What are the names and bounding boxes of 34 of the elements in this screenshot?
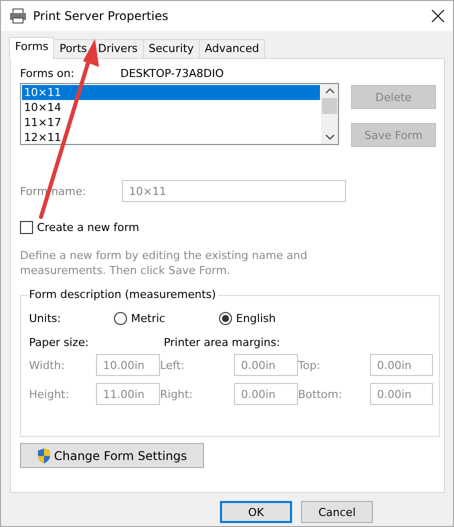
shield-icon	[36, 448, 51, 464]
group-title: Form description (measurements)	[27, 288, 218, 301]
field-label: Bottom:	[298, 388, 344, 400]
field-label: Height:	[29, 388, 70, 400]
server-name: DESKTOP-73A8DIO	[120, 67, 224, 82]
radio-label[interactable]: Metric	[131, 312, 166, 325]
list-item[interactable]: 11×17	[22, 115, 320, 130]
radio-button[interactable]	[219, 312, 232, 325]
list-item[interactable]: 10×14	[22, 100, 320, 115]
paper-size-heading: Paper size:	[29, 336, 89, 349]
radio-label[interactable]: English	[236, 312, 276, 325]
field-label: Left:	[160, 358, 186, 372]
list-item[interactable]: 10×11	[22, 85, 320, 100]
close-icon[interactable]	[431, 9, 445, 23]
tab[interactable]: Forms	[9, 37, 54, 59]
radio-button[interactable]	[114, 312, 127, 325]
printer-icon	[9, 8, 27, 24]
checkbox[interactable]	[20, 221, 33, 234]
forms-on-label: Forms on:	[20, 67, 74, 82]
units-label: Units:	[29, 312, 62, 325]
window-title: Print Server Properties	[33, 9, 170, 23]
change-settings-button[interactable]: Change Form Settings	[20, 443, 204, 468]
hint-text: Define a new form by editing the existing name and measurements. Then click Save Form.	[20, 248, 308, 278]
dialog-button[interactable]: OK	[220, 501, 292, 523]
checkbox-label[interactable]: Create a new form	[37, 221, 140, 234]
dialog-button[interactable]: Cancel	[301, 501, 373, 523]
list-item[interactable]: 12×11	[22, 130, 320, 145]
margins-heading: Printer area margins:	[164, 336, 280, 349]
tab[interactable]: Advanced	[198, 39, 266, 58]
field-label: Width:	[29, 358, 66, 372]
field-label: Top:	[298, 358, 322, 372]
form-name-label: Form name:	[20, 184, 88, 198]
field-label: Right:	[160, 388, 194, 400]
scroll-thumb[interactable]	[322, 98, 337, 114]
